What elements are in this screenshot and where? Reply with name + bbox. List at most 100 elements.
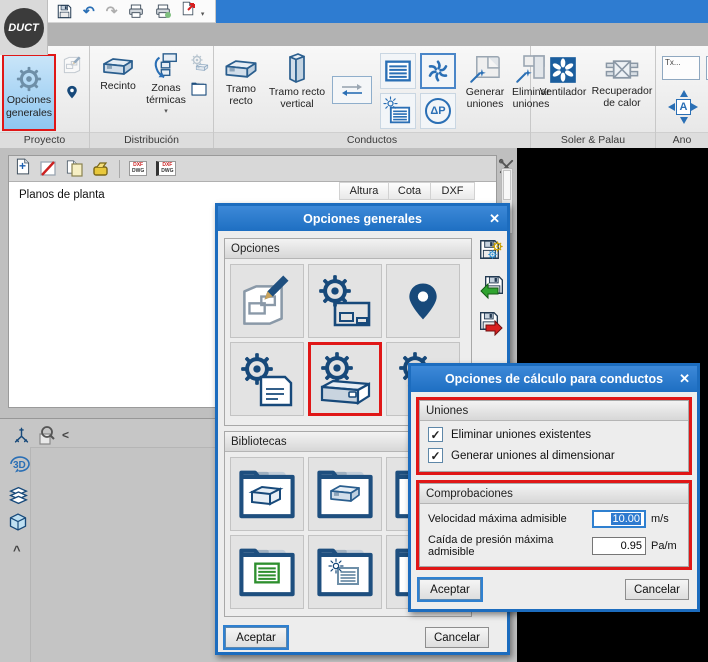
opcion-memoria-button[interactable] [230,342,304,416]
tx-label: Tx... [665,58,681,67]
opcion-calculo-conductos-button[interactable] [308,342,382,416]
rejilla-button[interactable] [380,53,416,89]
generar-uniones-icon [470,54,500,84]
gear-icon [16,66,42,92]
group-label-conductos: Conductos [214,132,530,148]
dialog1-close-icon[interactable]: ✕ [489,206,500,231]
add-plano-button[interactable]: + [16,158,31,180]
export-dropdown-icon[interactable]: ▾ [201,11,205,18]
caida-presion-input[interactable]: 0.95 [592,537,646,555]
save-icon[interactable] [57,4,72,19]
opciones-generales-button[interactable]: Opciones generales [2,54,56,131]
tramo-recto-vertical-button[interactable]: Tramo recto vertical [266,52,328,110]
solid-view-icon[interactable] [8,512,28,532]
collapse-up-icon[interactable]: ^ [13,543,21,558]
ribbon-group-conductos: Tramo recto Tramo recto vertical ΔP Gene… [214,46,531,148]
biblioteca-conductos-button[interactable] [308,457,382,531]
biblioteca-tomas-exterior-button[interactable] [308,535,382,609]
folder-duct-icon [316,468,374,520]
folder-sun-grille-icon [316,546,374,598]
column-header-altura: Altura [339,182,389,200]
dialog2-close-icon[interactable]: ✕ [679,366,690,392]
ventilador-button[interactable]: Ventilador [537,56,589,98]
dialog2-cancelar-button[interactable]: Cancelar [625,579,689,600]
a-move-icon: A [676,99,691,115]
planos-toolbar: + DXF DWG DXF DWG [9,156,496,182]
delta-p-icon: ΔP [425,98,451,124]
recinto-button[interactable]: Recinto [94,56,142,92]
difusor-button[interactable] [420,53,456,89]
zonas-termicas-button[interactable]: Zonas térmicas ▾ [140,52,192,116]
zonas-termicas-icon [152,52,180,80]
ribbon-group-distribucion: Recinto Zonas térmicas ▾ Distribución [90,46,214,148]
zonas-dropdown-icon: ▾ [164,108,168,116]
dialog1-title: Opciones generales [303,212,422,226]
dialog2-aceptar-button[interactable]: Aceptar [419,579,481,600]
dialog1-side-toolbar [479,239,504,336]
layers-icon[interactable] [8,485,29,506]
axes-icon[interactable] [12,426,31,445]
caida-presion-unit: Pa/m [646,540,680,552]
ribbon-tabstrip [0,23,708,46]
generar-uniones-button[interactable]: Generar uniones [462,54,508,110]
scrollbar-thumb[interactable] [503,170,511,200]
recuperador-button[interactable]: Recuperador de calor [591,56,653,109]
dwg-text2: DWG [161,168,173,174]
velocidad-value: 10.00 [611,513,641,525]
tramo-recto-icon [223,58,259,81]
copy-plano-button[interactable] [66,160,83,177]
collapse-left-icon[interactable]: < [62,428,69,442]
location-pin-icon[interactable] [65,84,79,100]
toma-exterior-button[interactable] [380,93,416,129]
opcion-planos-button[interactable] [230,264,304,338]
gear-box-icon[interactable] [191,54,209,72]
import-config-icon[interactable] [479,275,504,300]
tree-item-planos-de-planta[interactable]: Planos de planta [19,189,105,201]
tramo-recto-vertical-label: Tramo recto vertical [266,86,328,110]
gear-plan-icon [317,273,373,329]
redo-icon[interactable]: ↷ [106,4,118,18]
opcion-generales-dibujo-button[interactable] [308,264,382,338]
dxf-layers-button[interactable]: DXF DWG [156,161,176,176]
dxf-import-button[interactable]: DXF DWG [129,161,147,176]
check-row-eliminar: ✓ Eliminar uniones existentes [420,421,688,442]
print-preview-icon[interactable] [155,3,171,19]
comprobaciones-annotation-box: Comprobaciones Velocidad máxima admisibl… [416,480,692,570]
opcion-localizacion-button[interactable] [386,264,460,338]
group-label-distribucion: Distribución [90,132,213,148]
ribbon: Opciones generales Proyecto Recinto Zona… [0,46,708,148]
folder-window-icon[interactable] [191,82,207,96]
export-config-icon[interactable] [479,311,504,336]
arrow-left-icon [668,103,675,111]
plan-edit-icon[interactable] [63,56,81,74]
tramo-recto-button[interactable]: Tramo recto [218,58,264,107]
tramo-recto-label: Tramo recto [218,83,264,107]
generar-uniones-checkbox[interactable]: ✓ [428,448,443,463]
generar-uniones-check-label: Generar uniones al dimensionar [451,450,615,462]
biblioteca-recintos-button[interactable] [230,457,304,531]
dialog1-buttons: Aceptar Cancelar [225,627,489,648]
view-3d-icon[interactable]: 3D [8,453,30,475]
velocidad-input[interactable]: 10.00 [592,510,646,528]
edit-plano-button[interactable] [40,160,57,177]
eliminar-uniones-checkbox[interactable]: ✓ [428,427,443,442]
undo-icon[interactable]: ↶ [83,4,95,18]
print-icon[interactable] [128,3,144,19]
dialog2-buttons: Aceptar Cancelar [411,570,697,600]
perdida-presion-button[interactable]: ΔP [420,93,456,129]
velocidad-label: Velocidad máxima admisible [428,513,592,525]
export-button[interactable]: ▾ [182,1,204,21]
invertir-sentido-button[interactable] [332,76,372,104]
mover-texto-button[interactable]: A [668,90,698,124]
dialog2-title: Opciones de cálculo para conductos [445,372,663,386]
gear-document-icon [239,351,295,407]
dialog1-aceptar-button[interactable]: Aceptar [225,627,287,648]
folder-box-icon [238,468,296,520]
dialog1-cancelar-button[interactable]: Cancelar [425,627,489,648]
texto-button[interactable]: Tx... [662,56,700,80]
biblioteca-rejillas-impulsion-button[interactable] [230,535,304,609]
zoom-page-icon[interactable] [36,425,56,445]
dialog2-titlebar: Opciones de cálculo para conductos ✕ [411,366,697,392]
export-plano-button[interactable] [92,161,110,177]
save-config-icon[interactable] [479,239,504,264]
